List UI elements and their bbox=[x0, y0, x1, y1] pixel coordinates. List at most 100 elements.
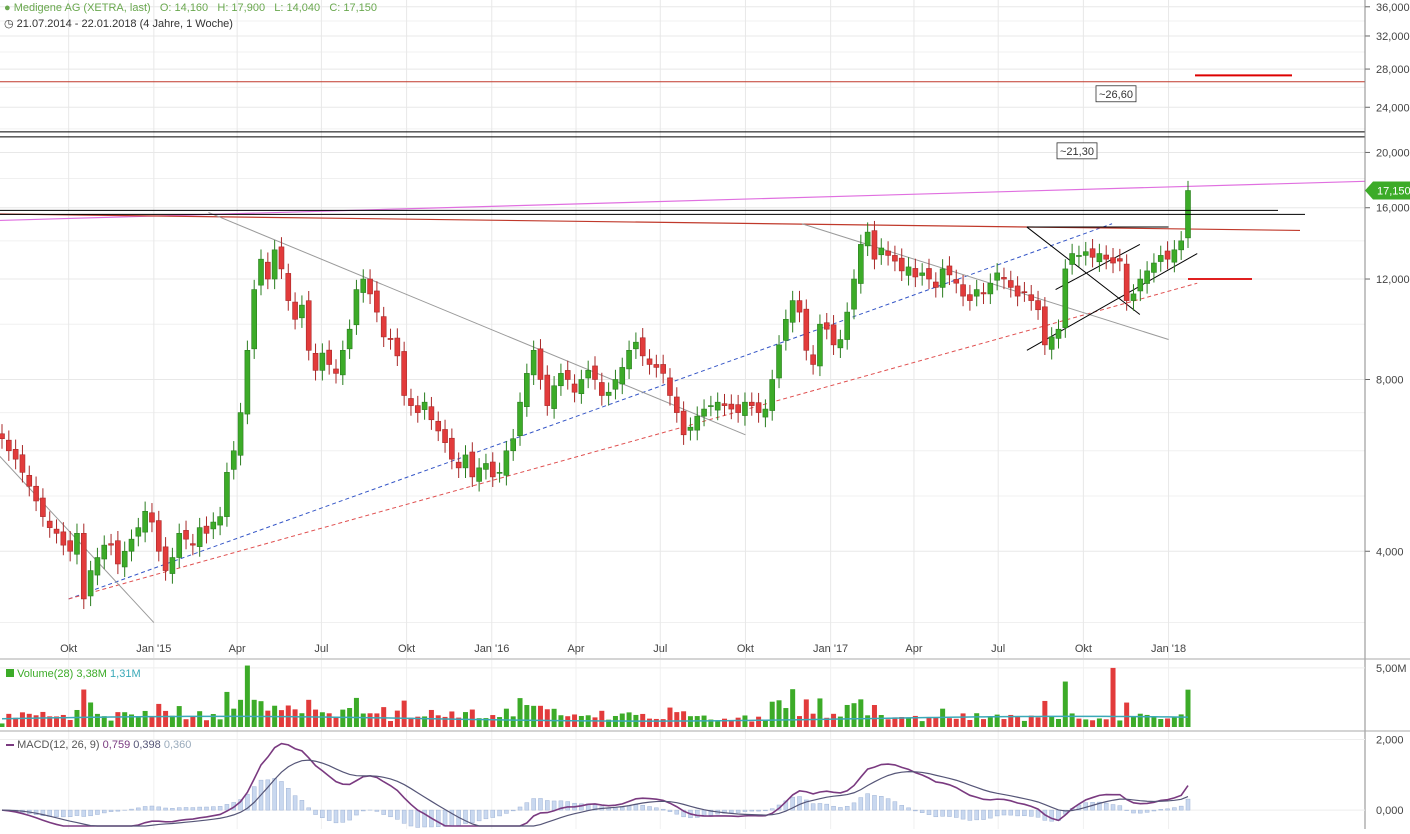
candle-up bbox=[272, 250, 277, 279]
macd-histogram-bar bbox=[1016, 810, 1020, 816]
candle-up bbox=[483, 463, 488, 469]
candle-down bbox=[961, 285, 966, 296]
candle-up bbox=[708, 406, 713, 407]
volume-bar bbox=[1063, 682, 1068, 727]
candle-up bbox=[95, 558, 100, 576]
volume-bar bbox=[1124, 703, 1129, 727]
candle-up bbox=[259, 259, 264, 285]
volume-bar bbox=[1076, 719, 1081, 727]
volume-bar bbox=[647, 719, 652, 727]
candle-down bbox=[408, 398, 413, 405]
macd-histogram-bar bbox=[102, 810, 106, 813]
volume-bar bbox=[858, 699, 863, 727]
volume-bar bbox=[381, 707, 386, 727]
volume-bar bbox=[1186, 690, 1191, 727]
candle-down bbox=[899, 258, 904, 271]
macd-histogram-bar bbox=[293, 796, 297, 810]
volume-bar bbox=[1165, 718, 1170, 727]
macd-histogram-bar bbox=[1009, 810, 1013, 815]
candle-down bbox=[0, 434, 5, 439]
volume-bar bbox=[313, 710, 318, 727]
candle-up bbox=[477, 468, 482, 482]
macd-histogram-bar bbox=[143, 806, 147, 810]
macd-histogram-bar bbox=[170, 808, 174, 810]
volume-bar bbox=[40, 712, 45, 727]
volume-bar bbox=[320, 712, 325, 727]
macd-histogram-bar bbox=[1179, 806, 1183, 810]
volume-bar bbox=[1049, 717, 1054, 727]
x-tick-label: Jan '17 bbox=[813, 643, 848, 655]
candle-down bbox=[926, 268, 931, 279]
volume-bar bbox=[627, 712, 632, 727]
volume-bar bbox=[1097, 718, 1102, 727]
macd-histogram-bar bbox=[538, 798, 542, 810]
candle-up bbox=[1076, 255, 1081, 256]
candle-up bbox=[1063, 269, 1068, 328]
candle-up bbox=[845, 312, 850, 339]
candle-up bbox=[320, 353, 325, 370]
volume-bar bbox=[190, 716, 195, 727]
candle-down bbox=[265, 262, 270, 279]
candle-down bbox=[538, 349, 543, 380]
candle-down bbox=[1111, 258, 1116, 263]
x-tick-label: Jan '16 bbox=[474, 643, 509, 655]
candle-up bbox=[224, 472, 229, 516]
volume-bar bbox=[184, 719, 189, 727]
level-label: ~26,60 bbox=[1099, 89, 1133, 101]
macd-histogram-bar bbox=[832, 806, 836, 810]
candle-down bbox=[599, 382, 604, 395]
volume-bar bbox=[299, 713, 304, 727]
candle-up bbox=[702, 409, 707, 416]
volume-bar bbox=[967, 720, 972, 727]
macd-hist-value: 0,360 bbox=[164, 739, 192, 751]
candle-down bbox=[661, 364, 666, 373]
macd-histogram-bar bbox=[845, 806, 849, 810]
candle-down bbox=[13, 449, 18, 459]
volume-bar bbox=[777, 700, 782, 727]
volume-bar bbox=[136, 717, 141, 727]
candle-up bbox=[906, 267, 911, 275]
macd-histogram-bar bbox=[995, 810, 999, 816]
candle-up bbox=[858, 244, 863, 283]
candle-up bbox=[136, 528, 141, 537]
volume-bar bbox=[954, 719, 959, 727]
volume-bar bbox=[354, 698, 359, 727]
candle-down bbox=[34, 486, 39, 501]
macd-histogram-bar bbox=[491, 810, 495, 817]
candle-up bbox=[620, 367, 625, 384]
candle-down bbox=[640, 338, 645, 356]
volume-bar bbox=[1029, 716, 1034, 727]
volume-bar bbox=[599, 711, 604, 727]
x-tick-label: Apr bbox=[229, 643, 246, 655]
macd-histogram-bar bbox=[675, 810, 679, 814]
candle-up bbox=[1179, 241, 1184, 250]
macd-histogram-bar bbox=[61, 810, 65, 817]
span-text: (4 Jahre, 1 Woche) bbox=[140, 18, 233, 30]
macd-histogram-bar bbox=[743, 810, 747, 811]
macd-histogram-bar bbox=[961, 810, 965, 819]
candle-down bbox=[1029, 295, 1034, 301]
candle-down bbox=[824, 323, 829, 329]
macd-histogram-bar bbox=[266, 780, 270, 810]
candle-down bbox=[54, 529, 59, 533]
candle-up bbox=[197, 528, 202, 547]
macd-histogram-bar bbox=[279, 781, 283, 810]
macd-histogram-bar bbox=[1104, 803, 1108, 810]
volume-bar bbox=[293, 709, 298, 727]
volume-bar bbox=[68, 720, 73, 727]
volume-bar bbox=[667, 708, 672, 727]
y-tick-label: 32,000 bbox=[1376, 31, 1410, 43]
candle-down bbox=[47, 521, 52, 528]
macd-histogram-bar bbox=[75, 810, 79, 815]
macd-histogram-bar bbox=[436, 810, 440, 827]
x-tick-label: Jul bbox=[991, 643, 1005, 655]
volume-bar bbox=[1083, 719, 1088, 727]
volume-bar bbox=[845, 705, 850, 727]
candle-up bbox=[88, 571, 93, 596]
volume-bar bbox=[388, 721, 393, 727]
volume-bar bbox=[865, 715, 870, 727]
candle-down bbox=[756, 403, 761, 413]
volume-bar bbox=[729, 721, 734, 727]
volume-bar bbox=[790, 689, 795, 727]
volume-bar bbox=[1015, 717, 1020, 727]
